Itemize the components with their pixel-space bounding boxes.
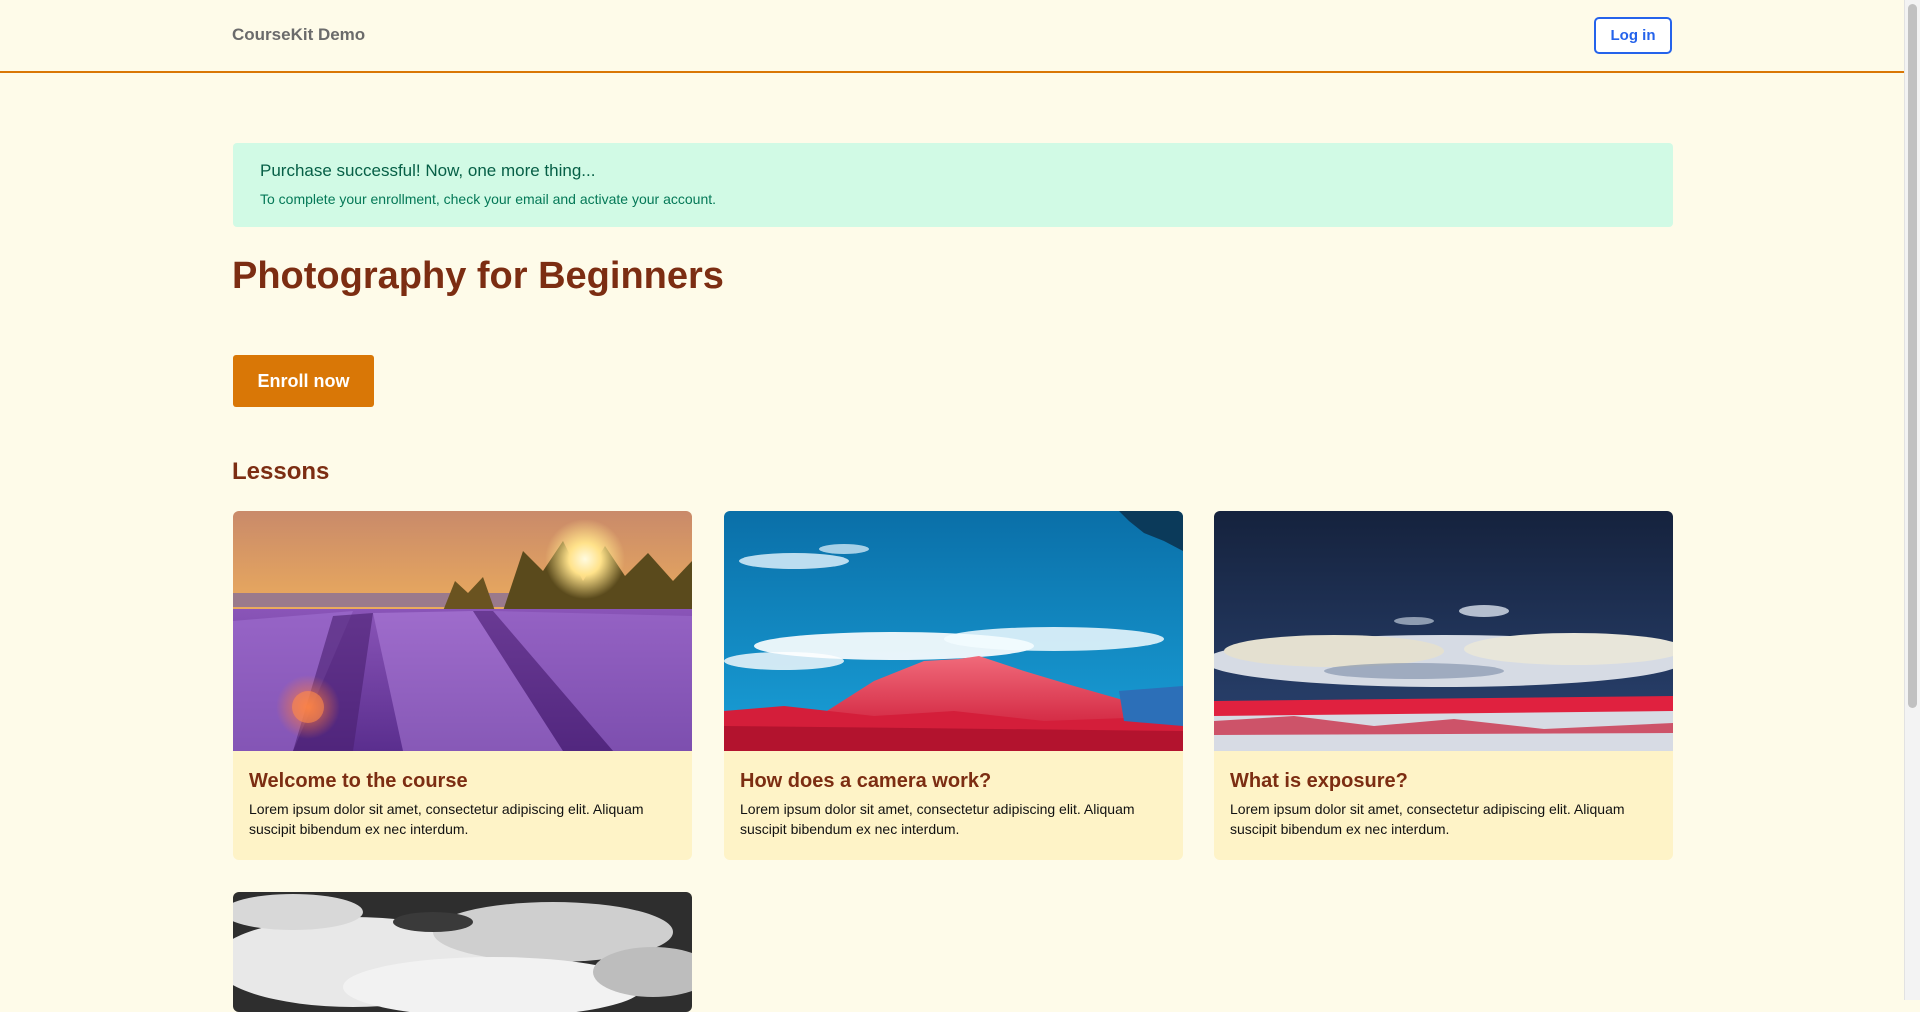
scrollbar-thumb[interactable] [1908,4,1917,708]
top-navbar: CourseKit Demo Log in [0,0,1904,73]
lesson-thumbnail-mountain [724,511,1183,751]
login-button[interactable]: Log in [1594,17,1672,54]
course-title: Photography for Beginners [232,255,724,297]
enroll-button[interactable]: Enroll now [233,355,374,407]
alert-title: Purchase successful! Now, one more thing… [260,161,596,180]
lesson-thumbnail-lavender [233,511,692,751]
lesson-title: How does a camera work? [740,770,992,792]
lesson-card-camera[interactable]: How does a camera work? Lorem ipsum dolo… [724,511,1183,860]
lesson-description: Lorem ipsum dolor sit amet, consectetur … [740,801,1135,837]
lesson-thumbnail-bw-clouds [233,892,692,1012]
alert-message: To complete your enrollment, check your … [260,191,717,207]
lesson-title: Welcome to the course [249,770,468,792]
lesson-title: What is exposure? [1230,770,1408,792]
success-alert: Purchase successful! Now, one more thing… [233,143,1673,227]
lesson-card-welcome[interactable]: Welcome to the course Lorem ipsum dolor … [233,511,692,860]
lesson-description: Lorem ipsum dolor sit amet, consectetur … [1230,801,1625,837]
lesson-thumbnail-clouds [1214,511,1673,751]
lesson-description: Lorem ipsum dolor sit amet, consectetur … [249,801,644,837]
lesson-card-4[interactable] [233,892,692,1012]
brand-name[interactable]: CourseKit Demo [232,25,365,45]
lesson-card-exposure[interactable]: What is exposure? Lorem ipsum dolor sit … [1214,511,1673,860]
lessons-heading: Lessons [232,458,330,485]
